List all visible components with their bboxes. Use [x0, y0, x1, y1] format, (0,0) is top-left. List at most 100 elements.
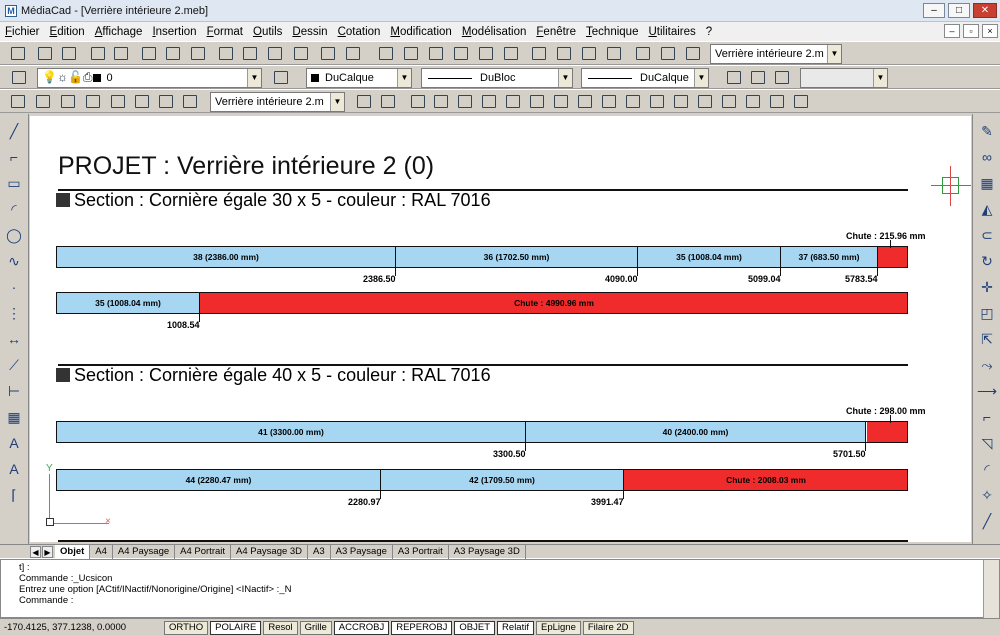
- status-toggle-ortho[interactable]: ORTHO: [164, 621, 209, 635]
- linetype-select[interactable]: DuBloc ▼: [421, 68, 573, 88]
- tab-a3[interactable]: A3: [308, 545, 331, 559]
- erase-icon[interactable]: [343, 44, 362, 62]
- leader-tool-icon[interactable]: ⌈: [3, 484, 25, 506]
- view-front-icon[interactable]: [401, 44, 420, 62]
- layout-icon[interactable]: [772, 68, 791, 86]
- chain-dimension-icon[interactable]: ⊢: [3, 380, 25, 402]
- cutting-bar[interactable]: 44 (2280.47 mm) 42 (1709.50 mm) Chute : 20…: [56, 469, 908, 491]
- status-toggle-filaire-2d[interactable]: Filaire 2D: [582, 621, 634, 635]
- circle-tool-icon[interactable]: ◯: [3, 224, 25, 246]
- command-prompt[interactable]: Commande :: [19, 595, 981, 606]
- tab-a4-paysage[interactable]: A4 Paysage: [113, 545, 176, 559]
- undo-icon[interactable]: [216, 44, 235, 62]
- view-3d-icon[interactable]: [376, 44, 395, 62]
- cut-segment[interactable]: 40 (2400.00 mm): [526, 422, 866, 442]
- tab-a4-portrait[interactable]: A4 Portrait: [175, 545, 232, 559]
- drawing-canvas[interactable]: PROJET : Verrière intérieure 2 (0) Secti…: [30, 116, 971, 542]
- app-8-icon[interactable]: [575, 92, 594, 110]
- point-tool-icon[interactable]: ·: [3, 276, 25, 298]
- print-preview-icon[interactable]: [111, 44, 130, 62]
- layer-select[interactable]: 💡☼🔓⎙ 0 ▼: [37, 68, 262, 88]
- dimension-tool-icon[interactable]: ↔: [3, 328, 25, 350]
- multiline-text-icon[interactable]: A: [3, 458, 25, 480]
- module-m-icon[interactable]: [8, 92, 27, 110]
- menu-outils[interactable]: Outils: [248, 23, 287, 41]
- polyline-tool-icon[interactable]: ⌐: [3, 146, 25, 168]
- app-5-icon[interactable]: [503, 92, 522, 110]
- aligned-dimension-icon[interactable]: ⟋: [3, 354, 25, 376]
- cutting-bar[interactable]: 38 (2386.00 mm) 36 (1702.50 mm) 35 (1008.0…: [56, 246, 908, 268]
- view-bottom-icon[interactable]: [501, 44, 520, 62]
- paint-icon[interactable]: [318, 44, 337, 62]
- app-3-icon[interactable]: [455, 92, 474, 110]
- cut-segment[interactable]: 35 (1008.04 mm): [638, 247, 781, 267]
- restore-button[interactable]: □: [948, 3, 970, 18]
- array-tool-icon[interactable]: ▦: [976, 172, 998, 194]
- menu-technique[interactable]: Technique: [581, 23, 643, 41]
- text-tool-icon[interactable]: A: [3, 432, 25, 454]
- trim-tool-icon[interactable]: ⤳: [976, 354, 998, 376]
- menu-format[interactable]: Format: [202, 23, 248, 41]
- redo-icon[interactable]: [240, 44, 259, 62]
- refresh-icon[interactable]: [265, 44, 284, 62]
- explode-tool-icon[interactable]: ✧: [976, 484, 998, 506]
- chevron-down-icon[interactable]: ▼: [873, 69, 887, 87]
- app-4-icon[interactable]: [479, 92, 498, 110]
- render-settings-icon[interactable]: [604, 44, 623, 62]
- cut-segment[interactable]: 41 (3300.00 mm): [57, 422, 526, 442]
- block-tool-icon[interactable]: ⋮: [3, 302, 25, 324]
- view-select-2[interactable]: Verrière intérieure 2.m ▼: [210, 92, 345, 112]
- menu-insertion[interactable]: Insertion: [147, 23, 201, 41]
- app-11-icon[interactable]: [647, 92, 666, 110]
- status-toggle-objet[interactable]: OBJET: [454, 621, 496, 635]
- mdi-restore-button[interactable]: ▫: [963, 24, 979, 38]
- sum-star-icon[interactable]: [108, 92, 127, 110]
- mdi-close-button[interactable]: ×: [982, 24, 998, 38]
- status-toggle-grille[interactable]: Grille: [299, 621, 332, 635]
- section-icon[interactable]: [658, 44, 677, 62]
- minimize-button[interactable]: –: [923, 3, 945, 18]
- copy-icon[interactable]: [163, 44, 182, 62]
- view-select[interactable]: Verrière intérieure 2.m ▼: [710, 44, 842, 64]
- app-1-icon[interactable]: [408, 92, 427, 110]
- cut-segment[interactable]: 36 (1702.50 mm): [396, 247, 638, 267]
- surface-icon[interactable]: [132, 92, 151, 110]
- help-icon[interactable]: [180, 92, 199, 110]
- status-toggle-reperobj[interactable]: REPEROBJ: [391, 621, 453, 635]
- render-icon[interactable]: [529, 44, 548, 62]
- open-file-icon[interactable]: [35, 44, 54, 62]
- edit-tool-icon[interactable]: ╱: [976, 510, 998, 532]
- menu-edition[interactable]: Edition: [45, 23, 90, 41]
- scrap-segment[interactable]: Chute : 2008.03 mm: [624, 470, 907, 490]
- chevron-down-icon[interactable]: ▼: [694, 69, 708, 87]
- rotate-tool-icon[interactable]: ↻: [976, 250, 998, 272]
- vehicle-icon[interactable]: [354, 92, 373, 110]
- cutting-bar[interactable]: 35 (1008.04 mm) Chute : 4990.96 mm: [56, 292, 908, 314]
- close-button[interactable]: ✕: [973, 3, 997, 18]
- color-select[interactable]: DuCalque ▼: [306, 68, 412, 88]
- erase-tool-icon[interactable]: ✎: [976, 120, 998, 142]
- chevron-down-icon[interactable]: ▼: [558, 69, 572, 87]
- scrap-segment[interactable]: [867, 422, 907, 442]
- tab-a4[interactable]: A4: [90, 545, 113, 559]
- menu-affichage[interactable]: Affichage: [90, 23, 148, 41]
- menu-help[interactable]: ?: [701, 23, 717, 41]
- pen-icon[interactable]: [291, 44, 310, 62]
- status-toggle-resol[interactable]: Resol: [263, 621, 298, 635]
- paste-icon[interactable]: [188, 44, 207, 62]
- app-9-icon[interactable]: [599, 92, 618, 110]
- print-icon[interactable]: [88, 44, 107, 62]
- scrap-segment[interactable]: Chute : 4990.96 mm: [200, 293, 907, 313]
- app-16-icon[interactable]: [767, 92, 786, 110]
- hide-icon[interactable]: [579, 44, 598, 62]
- app-15-icon[interactable]: [743, 92, 762, 110]
- menu-fichier[interactable]: Fichier: [0, 23, 45, 41]
- tab-objet[interactable]: Objet: [55, 545, 91, 559]
- menu-modelisation[interactable]: Modélisation: [457, 23, 532, 41]
- command-window[interactable]: t] : Commande :_Ucsicon Entrez une optio…: [0, 559, 1000, 618]
- cut-icon[interactable]: [139, 44, 158, 62]
- module-m2-icon[interactable]: [33, 92, 52, 110]
- move-tool-icon[interactable]: ✛: [976, 276, 998, 298]
- cut-segment[interactable]: 44 (2280.47 mm): [57, 470, 381, 490]
- lineweight-select[interactable]: DuCalque ▼: [581, 68, 709, 88]
